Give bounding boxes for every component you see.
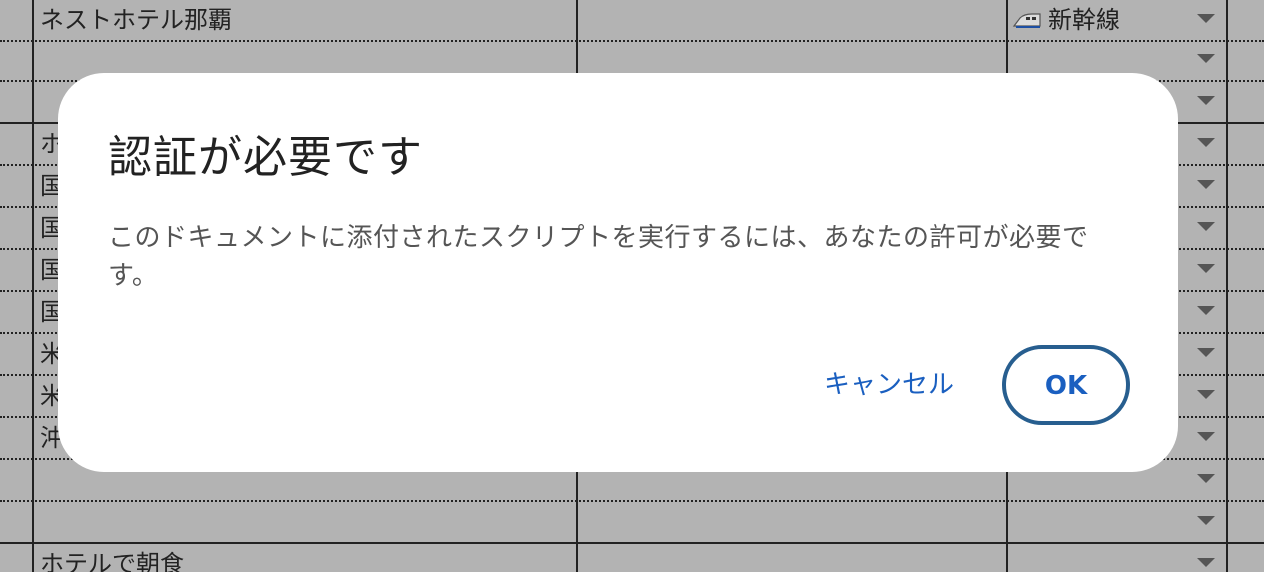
dropdown-arrow-icon[interactable] [1197, 390, 1215, 399]
cancel-button[interactable]: キャンセル [812, 360, 966, 410]
column-divider [32, 0, 34, 572]
column-divider [1226, 0, 1228, 572]
ok-button[interactable]: OK [1002, 345, 1130, 425]
sheet-row [0, 502, 1264, 544]
dialog-message: このドキュメントに添付されたスクリプトを実行するには、あなたの許可が必要です。 [108, 223, 1089, 291]
dropdown-arrow-icon[interactable] [1197, 54, 1215, 63]
authorization-dialog: 認証が必要です このドキュメントに添付されたスクリプトを実行するには、あなたの許… [58, 73, 1178, 472]
transport-label: 新幹線 [1048, 6, 1120, 34]
dialog-title: 認証が必要です [108, 132, 423, 183]
shinkansen-train-icon [1012, 13, 1041, 28]
dropdown-arrow-icon[interactable] [1197, 516, 1215, 525]
dropdown-arrow-icon[interactable] [1197, 474, 1215, 483]
sheet-row: ホテルで朝食 [0, 544, 1264, 572]
sheet-row: ネストホテル那覇 新幹線 [0, 0, 1264, 42]
sheet-cell-name[interactable]: ネストホテル那覇 [40, 0, 232, 40]
dropdown-arrow-icon[interactable] [1197, 222, 1215, 231]
dropdown-arrow-icon[interactable] [1197, 306, 1215, 315]
dropdown-arrow-icon[interactable] [1197, 138, 1215, 147]
dropdown-arrow-icon[interactable] [1197, 264, 1215, 273]
dropdown-arrow-icon[interactable] [1197, 432, 1215, 441]
dropdown-arrow-icon[interactable] [1197, 180, 1215, 189]
dropdown-arrow-icon[interactable] [1197, 96, 1215, 105]
dropdown-arrow-icon[interactable] [1197, 558, 1215, 567]
dropdown-arrow-icon[interactable] [1197, 14, 1215, 23]
sheet-cell-name[interactable]: ホテルで朝食 [40, 544, 184, 572]
sheet-cell-transport[interactable]: 新幹線 [1012, 0, 1120, 40]
dropdown-arrow-icon[interactable] [1197, 348, 1215, 357]
